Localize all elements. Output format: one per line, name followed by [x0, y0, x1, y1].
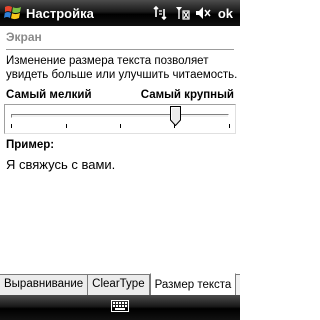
section-title: Экран	[6, 30, 42, 44]
ok-button[interactable]: ok	[218, 6, 233, 21]
example-label: Пример:	[6, 139, 55, 151]
slider-min-label: Самый мелкий	[6, 89, 92, 101]
tab-alignment[interactable]: Выравнивание	[0, 275, 89, 295]
app-title: Настройка	[26, 5, 94, 21]
description-text: Изменение размера текста позволяет увиде…	[6, 55, 238, 81]
slider-tick	[229, 124, 230, 128]
text-size-slider[interactable]	[4, 104, 236, 134]
menu-bar	[0, 295, 240, 320]
signal-icon[interactable]	[174, 5, 190, 21]
section-divider	[6, 49, 234, 50]
windows-start-icon[interactable]	[3, 3, 23, 23]
connectivity-icon[interactable]	[153, 5, 169, 21]
slider-tick	[66, 124, 67, 128]
slider-thumb[interactable]	[169, 106, 181, 127]
keyboard-icon[interactable]	[111, 299, 129, 317]
tab-strip: Выравнивание ClearType Размер текста	[0, 273, 240, 295]
title-bar: Настройка ok	[0, 0, 240, 26]
slider-tick	[120, 124, 121, 128]
volume-icon[interactable]	[195, 5, 211, 21]
tab-cleartype[interactable]: ClearType	[88, 275, 150, 295]
slider-max-label: Самый крупный	[140, 89, 234, 101]
slider-track[interactable]	[11, 114, 229, 118]
tab-text-size[interactable]: Размер текста	[149, 273, 237, 295]
example-text: Я свяжусь с вами.	[6, 157, 116, 172]
slider-tick	[11, 124, 12, 128]
